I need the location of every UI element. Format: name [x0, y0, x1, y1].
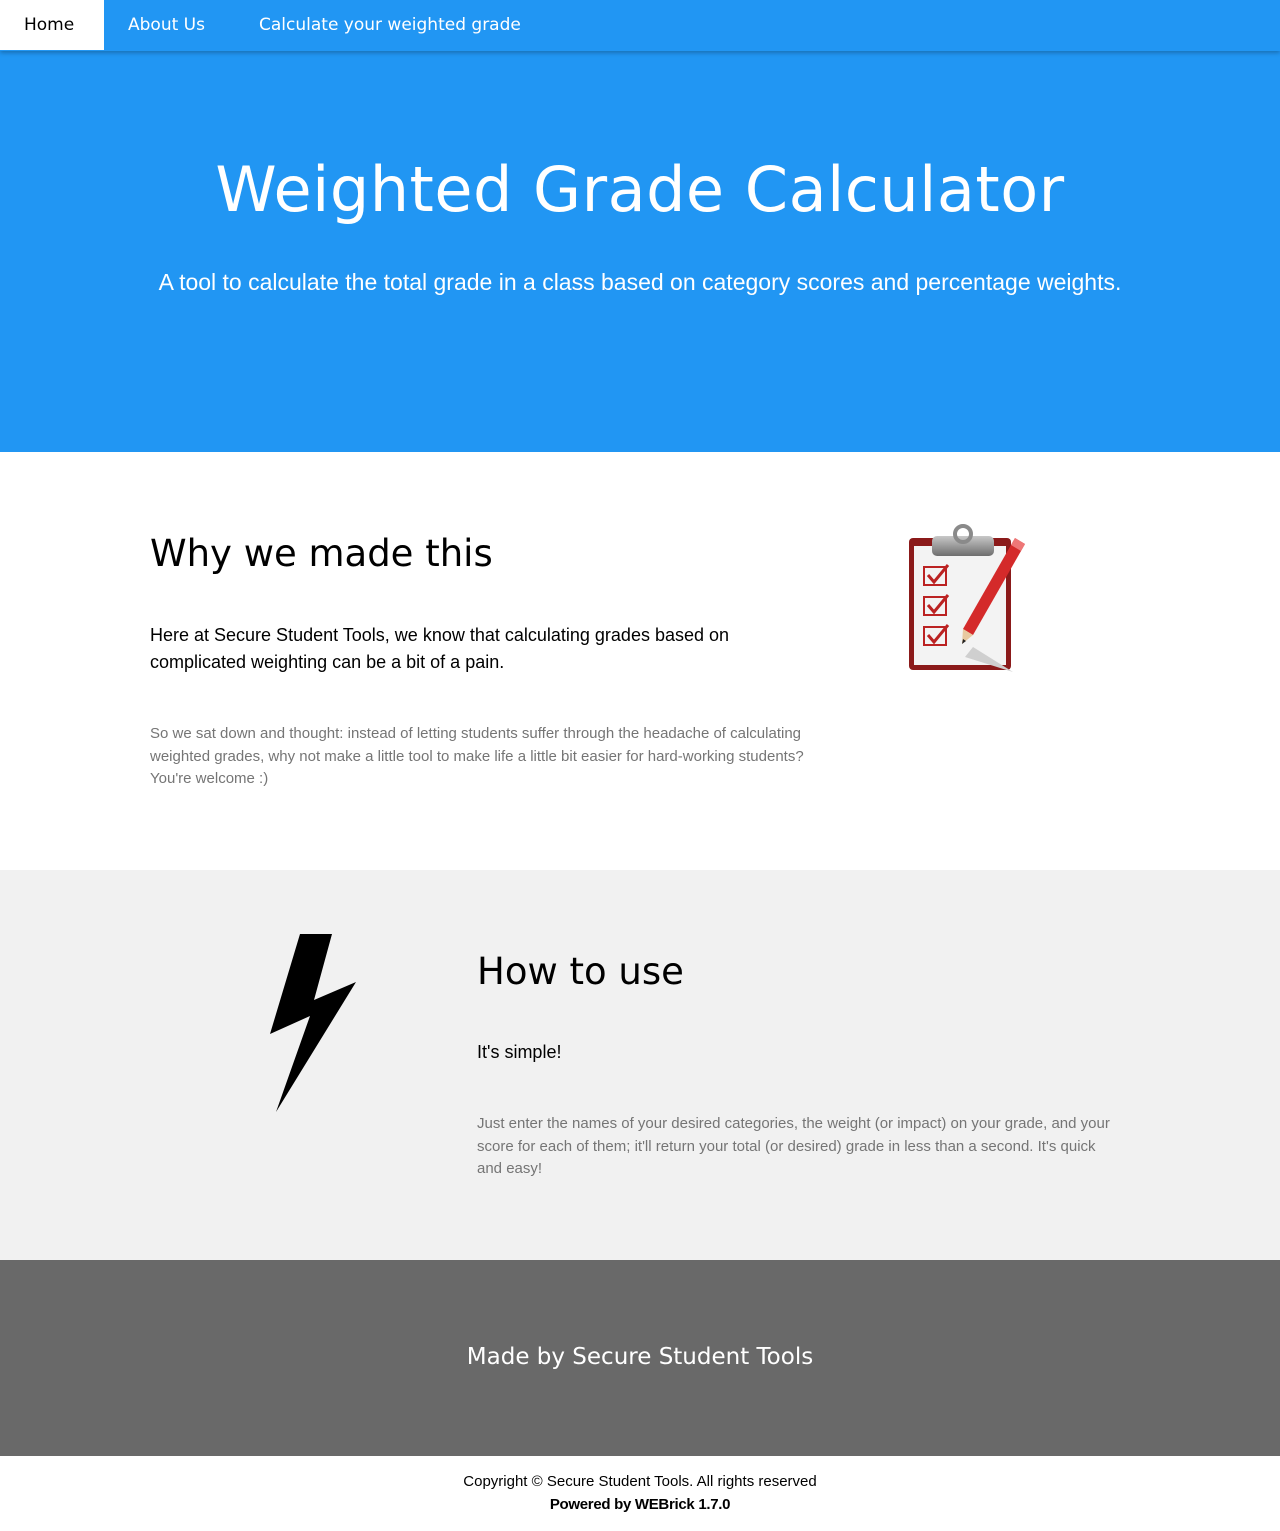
page-title: Weighted Grade Calculator: [215, 153, 1065, 226]
hero-banner: Weighted Grade Calculator A tool to calc…: [0, 51, 1280, 452]
why-section: Why we made this Here at Secure Student …: [0, 452, 1280, 870]
made-by-text: Made by Secure Student Tools: [466, 1344, 814, 1370]
why-body-text: So we sat down and thought: instead of l…: [150, 725, 804, 787]
nav-about-link[interactable]: About Us: [104, 0, 229, 50]
how-heading: How to use: [477, 950, 684, 993]
made-by-banner: Made by Secure Student Tools: [0, 1260, 1280, 1456]
how-body-text: Just enter the names of your desired cat…: [477, 1115, 1110, 1177]
how-to-use-section: How to use It's simple! Just enter the n…: [0, 870, 1280, 1260]
lightning-bolt-icon: [270, 934, 356, 1112]
nav-calculate-link[interactable]: Calculate your weighted grade: [235, 0, 545, 50]
how-lead-text: It's simple!: [477, 1042, 562, 1062]
hero-subtitle: A tool to calculate the total grade in a…: [158, 269, 1122, 295]
why-lead-text: Here at Secure Student Tools, we know th…: [150, 625, 730, 672]
top-nav: Home About Us Calculate your weighted gr…: [0, 0, 1280, 51]
nav-home-link[interactable]: Home: [0, 0, 104, 50]
clipboard-checklist-icon: [909, 524, 1025, 672]
copyright-text: Copyright © Secure Student Tools. All ri…: [463, 1473, 817, 1490]
why-heading: Why we made this: [150, 532, 493, 575]
powered-by-text: Powered by WEBrick 1.7.0: [549, 1496, 731, 1513]
page-footer: Copyright © Secure Student Tools. All ri…: [0, 1456, 1280, 1531]
